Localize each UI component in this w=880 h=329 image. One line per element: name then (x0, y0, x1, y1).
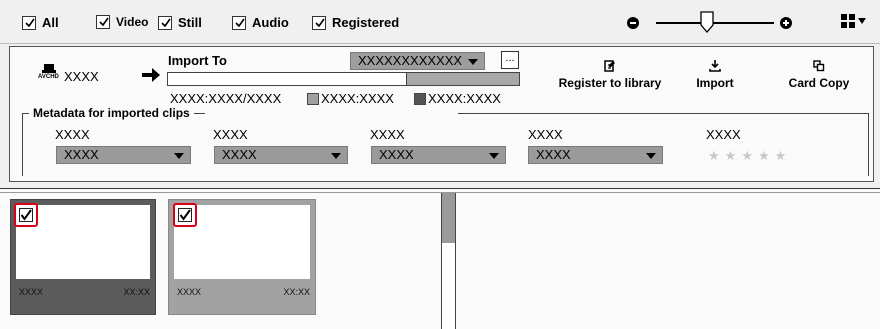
legend-used-text: XXXX:XXXX (321, 91, 394, 106)
source-name: XXXX (64, 69, 99, 84)
metadata-dropdown-value: XXXX (536, 147, 571, 162)
import-button[interactable]: Import (690, 60, 740, 96)
register-to-library-button[interactable]: Register to library (552, 60, 668, 96)
star-icon[interactable]: ★ (708, 149, 720, 162)
checkbox-all[interactable] (22, 15, 36, 30)
scrollbar-thumb[interactable] (442, 193, 455, 243)
metadata-field-label: XXXX (528, 127, 563, 142)
card-device-icon (42, 64, 56, 73)
checkbox-video[interactable] (96, 15, 110, 29)
chevron-down-icon (489, 153, 499, 159)
capacity-free-fill (407, 73, 519, 85)
arrow-right-icon (142, 68, 160, 85)
filter-still[interactable]: Still (158, 15, 202, 30)
capacity-bar (167, 72, 520, 86)
metadata-dropdown[interactable]: XXXX (528, 146, 663, 164)
metadata-dropdown[interactable]: XXXX (56, 146, 191, 164)
destination-value: XXXXXXXXXXXX (358, 53, 463, 68)
checkbox-still[interactable] (158, 15, 172, 30)
import-to-label: Import To (168, 53, 227, 68)
import-label: Import (696, 76, 734, 90)
rating-stars[interactable]: ★ ★ ★ ★ ★ (708, 149, 786, 162)
star-icon[interactable]: ★ (758, 149, 770, 162)
filter-audio[interactable]: Audio (232, 15, 289, 30)
filter-video-label: Video (116, 15, 149, 29)
clip-duration: XX:XX (283, 287, 310, 297)
legend-import-swatch (414, 92, 426, 105)
chevron-down-icon (174, 153, 184, 159)
clip-select-checkbox[interactable] (173, 203, 197, 227)
chevron-down-icon (331, 153, 341, 159)
metadata-group (22, 113, 869, 176)
chevron-down-icon (858, 18, 866, 24)
capacity-used-fill (168, 73, 407, 85)
legend-used: XXXX:XXXX (307, 91, 394, 106)
filter-registered-label: Registered (332, 15, 400, 30)
chevron-down-icon (646, 153, 656, 159)
chevron-down-icon (468, 59, 478, 65)
clip-browser-scrollbar[interactable] (441, 193, 456, 329)
browse-label: ... (505, 52, 515, 64)
clip-select-checkbox[interactable] (14, 203, 38, 227)
zoom-out-icon[interactable] (627, 17, 639, 29)
card-copy-label: Card Copy (788, 76, 850, 90)
clip-browser-inner-border (0, 192, 880, 193)
metadata-field-label: XXXX (213, 127, 248, 142)
metadata-dropdown[interactable]: XXXX (371, 146, 506, 164)
zoom-slider[interactable] (656, 22, 774, 24)
destination-dropdown[interactable]: XXXXXXXXXXXX (350, 52, 485, 70)
legend-import-text: XXXX:XXXX (428, 91, 501, 106)
view-mode-grid-icon[interactable] (841, 14, 866, 28)
star-icon[interactable]: ★ (741, 149, 753, 162)
checkbox-audio[interactable] (232, 15, 246, 30)
clip-duration: XX:XX (123, 287, 150, 297)
card-copy-button[interactable]: Card Copy (782, 60, 856, 96)
rating-label: XXXX (706, 127, 741, 142)
copy-icon (813, 60, 825, 72)
legend-import: XXXX:XXXX (414, 91, 501, 106)
filter-still-label: Still (178, 15, 202, 30)
legend-used-swatch (307, 92, 319, 105)
browse-button[interactable]: ... (501, 51, 519, 69)
metadata-dropdown-value: XXXX (64, 147, 99, 162)
filter-audio-label: Audio (252, 15, 289, 30)
filter-all-label: All (42, 15, 59, 30)
metadata-title: Metadata for imported clips (29, 106, 194, 120)
star-icon[interactable]: ★ (775, 149, 787, 162)
metadata-dropdown[interactable]: XXXX (214, 146, 348, 164)
source-badge: AVCHD (38, 74, 59, 80)
metadata-dropdown-value: XXXX (379, 147, 414, 162)
metadata-group-right-line (868, 113, 869, 176)
checkbox-registered[interactable] (312, 15, 326, 30)
metadata-field-label: XXXX (370, 127, 405, 142)
register-label: Register to library (558, 76, 662, 90)
metadata-title-gap (205, 112, 458, 115)
filter-video[interactable]: Video (96, 15, 148, 29)
register-library-icon (604, 60, 615, 72)
clip-name: XXXX (19, 287, 44, 297)
metadata-dropdown-value: XXXX (222, 147, 257, 162)
star-icon[interactable]: ★ (725, 149, 737, 162)
capacity-text: XXXX:XXXX/XXXX (170, 91, 282, 106)
metadata-field-label: XXXX (55, 127, 90, 142)
zoom-slider-thumb[interactable] (700, 11, 714, 36)
filter-all[interactable]: All (22, 15, 59, 30)
filter-registered[interactable]: Registered (312, 15, 399, 30)
zoom-in-icon[interactable] (780, 17, 792, 29)
clip-name: XXXX (177, 287, 202, 297)
download-icon (709, 60, 721, 72)
